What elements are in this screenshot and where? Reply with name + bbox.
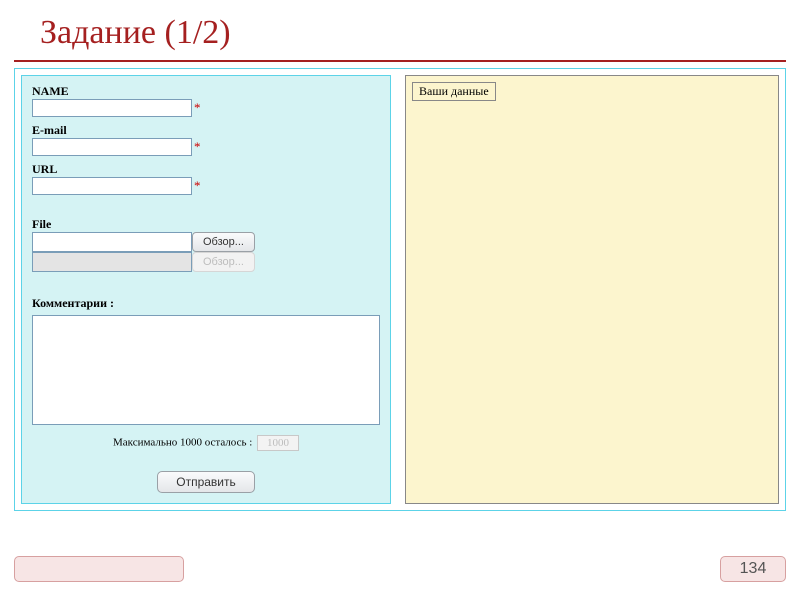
email-required: * [194,139,201,155]
email-label: E-mail [32,123,380,138]
main-container: NAME * E-mail * URL * File [14,68,786,511]
url-required: * [194,178,201,194]
file-label: File [32,217,380,232]
submit-button[interactable]: Отправить [157,471,255,493]
counter-row: Максимально 1000 осталось : 1000 [32,435,380,451]
url-input[interactable] [32,177,192,195]
name-label: NAME [32,84,380,99]
comments-textarea[interactable] [32,315,380,425]
url-label: URL [32,162,380,177]
browse-button-1[interactable]: Обзор... [192,232,255,252]
file-path-1[interactable] [32,232,192,252]
name-input[interactable] [32,99,192,117]
page-number-badge: 134 [720,556,786,582]
email-input[interactable] [32,138,192,156]
name-required: * [194,100,201,116]
form-panel: NAME * E-mail * URL * File [21,75,391,504]
footer-bar [14,556,184,582]
comments-label: Комментарии : [32,296,380,311]
output-panel: Ваши данные [405,75,779,504]
browse-button-2: Обзор... [192,252,255,272]
file-path-2 [32,252,192,272]
counter-value: 1000 [257,435,299,451]
output-legend: Ваши данные [412,82,496,101]
page-title: Задание (1/2) [14,0,786,62]
counter-prefix: Максимально 1000 осталось : [113,437,252,449]
